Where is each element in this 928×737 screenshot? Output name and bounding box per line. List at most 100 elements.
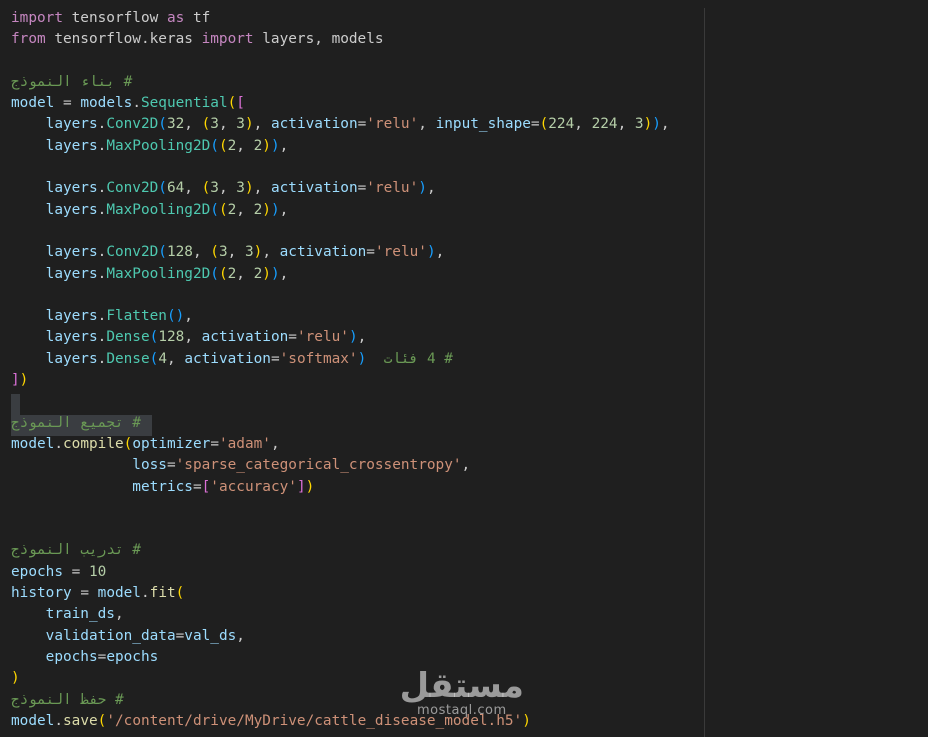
code-token: 224	[591, 116, 618, 133]
code-line[interactable]: # بناء النموذج	[11, 72, 928, 93]
code-line[interactable]: loss='sparse_categorical_crossentropy',	[11, 455, 928, 476]
code-token: .	[97, 350, 107, 367]
code-line[interactable]: from tensorflow.keras import layers, mod…	[11, 29, 928, 50]
code-token: )	[426, 244, 436, 261]
code-line[interactable]: model.compile(optimizer='adam',	[11, 434, 928, 455]
code-line[interactable]: # تدريب النموذج	[11, 540, 928, 561]
code-token: layers	[45, 137, 98, 154]
code-line[interactable]: layers.Conv2D(128, (3, 3), activation='r…	[11, 242, 928, 263]
code-line[interactable]	[11, 519, 928, 540]
code-token: (	[201, 116, 211, 133]
code-line[interactable]: layers.Flatten(),	[11, 306, 928, 327]
code-token: epochs	[45, 648, 98, 665]
code-line[interactable]: ])	[11, 370, 928, 391]
code-line[interactable]: epochs = 10	[11, 562, 928, 583]
code-token: ,	[253, 116, 271, 133]
code-token: MaxPooling2D	[106, 137, 211, 154]
code-token: ,	[184, 180, 202, 197]
code-token: )	[643, 116, 653, 133]
code-token: =	[71, 585, 98, 602]
code-line[interactable]	[11, 498, 928, 519]
code-line[interactable]: model = models.Sequential([	[11, 93, 928, 114]
code-token: =	[288, 329, 297, 346]
code-line[interactable]: layers.MaxPooling2D((2, 2)),	[11, 264, 928, 285]
code-token: Flatten	[106, 308, 167, 325]
code-token: layers	[45, 350, 98, 367]
code-token: epochs	[106, 648, 159, 665]
code-line[interactable]: train_ds,	[11, 604, 928, 625]
code-token: 3	[244, 244, 254, 261]
code-token: =	[192, 478, 202, 495]
code-token: val_ds	[184, 627, 237, 644]
code-line[interactable]: validation_data=val_ds,	[11, 626, 928, 647]
code-token: ,	[357, 329, 367, 346]
code-token: # تجميع النموذج	[11, 414, 141, 431]
code-line[interactable]: layers.MaxPooling2D((2, 2)),	[11, 136, 928, 157]
code-token: ,	[253, 180, 271, 197]
code-token: =	[210, 435, 219, 452]
code-token: ,	[461, 457, 471, 474]
code-token: MaxPooling2D	[106, 201, 211, 218]
code-token: 128	[166, 244, 193, 261]
code-token: layers	[45, 201, 98, 218]
code-line[interactable]: layers.MaxPooling2D((2, 2)),	[11, 200, 928, 221]
code-token: ,	[435, 244, 445, 261]
code-line[interactable]: import tensorflow as tf	[11, 8, 928, 29]
code-line[interactable]: epochs=epochs	[11, 647, 928, 668]
code-line[interactable]: layers.Conv2D(64, (3, 3), activation='re…	[11, 178, 928, 199]
code-token: ,	[236, 201, 254, 218]
code-token: import	[201, 31, 254, 48]
code-token: train_ds	[45, 606, 115, 623]
code-token: 2	[253, 137, 263, 154]
code-token: )	[253, 244, 263, 261]
code-token: 3	[210, 180, 219, 197]
code-line[interactable]	[11, 221, 928, 242]
code-line[interactable]	[11, 391, 928, 412]
code-token: (	[149, 350, 159, 367]
code-token: (	[227, 95, 237, 112]
code-token: history	[11, 585, 72, 602]
code-token: .	[132, 95, 141, 112]
code-token: activation	[201, 329, 289, 346]
mostaql-watermark: مستقل mostaql.com	[400, 668, 524, 718]
code-token: (	[210, 265, 219, 282]
code-token: layers	[45, 180, 98, 197]
code-token: Conv2D	[106, 116, 159, 133]
code-token: 3	[634, 116, 644, 133]
code-token: ,	[236, 137, 254, 154]
code-line[interactable]: history = model.fit(	[11, 583, 928, 604]
code-token: (	[158, 180, 167, 197]
code-editor[interactable]: import tensorflow as tf from tensorflow.k…	[0, 0, 928, 737]
code-token: loss	[132, 457, 167, 474]
code-token: )	[270, 201, 280, 218]
code-token: )	[244, 180, 254, 197]
code-line[interactable]: metrics=['accuracy'])	[11, 477, 928, 498]
code-line[interactable]	[11, 285, 928, 306]
code-token: from	[11, 31, 46, 48]
code-line[interactable]: # تجميع النموذج	[11, 413, 928, 434]
code-token: save	[63, 712, 98, 729]
code-token: (	[158, 244, 167, 261]
code-token: 3	[236, 116, 245, 133]
code-token: (	[218, 201, 228, 218]
code-token: ,	[184, 329, 202, 346]
code-token: 3	[218, 244, 228, 261]
code-line[interactable]	[11, 157, 928, 178]
code-line[interactable]: layers.Conv2D(32, (3, 3), activation='re…	[11, 114, 928, 135]
code-line[interactable]: layers.Dense(4, activation='softmax') # …	[11, 349, 928, 370]
code-token: # تدريب النموذج	[11, 542, 141, 559]
code-token: =	[357, 116, 367, 133]
code-line[interactable]: layers.Dense(128, activation='relu'),	[11, 327, 928, 348]
code-token: .	[97, 265, 107, 282]
code-token: model	[11, 712, 55, 729]
code-area[interactable]: import tensorflow as tf from tensorflow.k…	[11, 8, 928, 732]
code-token: [	[201, 478, 211, 495]
code-line[interactable]	[11, 51, 928, 72]
code-token: )	[19, 372, 29, 389]
